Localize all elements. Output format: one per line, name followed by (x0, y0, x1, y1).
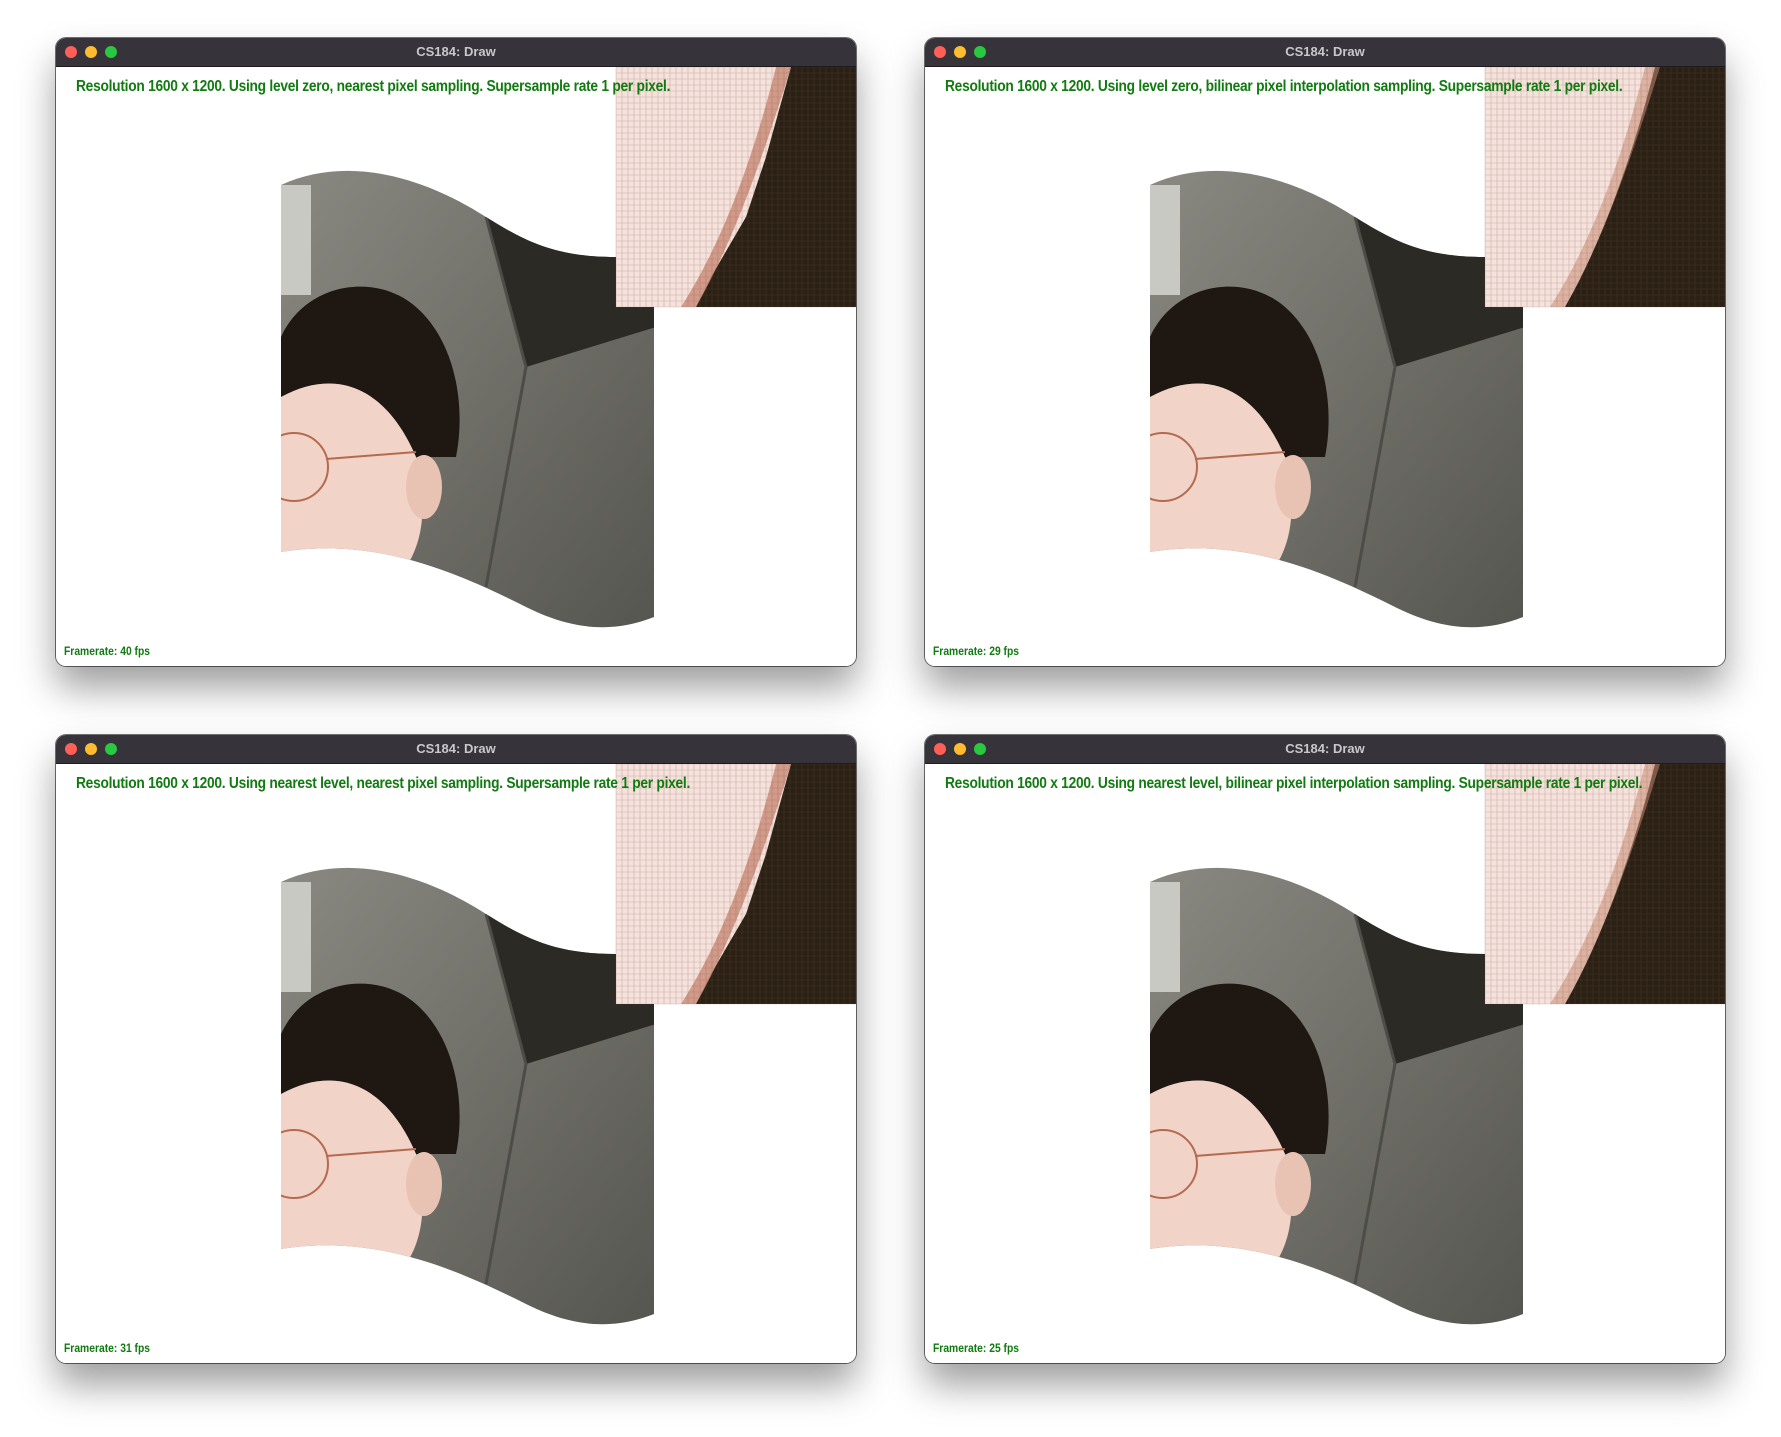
title-bar[interactable]: CS184: Draw (56, 38, 856, 67)
framerate-readout: Framerate: 25 fps (933, 1341, 1020, 1355)
warped-texture-render (281, 764, 856, 1325)
warped-photo (281, 867, 654, 1325)
warped-photo (1150, 867, 1523, 1325)
zoom-inset (1484, 67, 1725, 308)
window-title: CS184: Draw (1285, 44, 1365, 59)
framerate-readout: Framerate: 40 fps (64, 644, 151, 658)
framerate-readout: Framerate: 29 fps (933, 644, 1020, 658)
draw-window-level-zero-bilinear: CS184: Draw Resolution 1600 x 1200. Usin… (925, 38, 1725, 666)
warped-texture-render (1150, 67, 1725, 628)
sampling-status-text: Resolution 1600 x 1200. Using nearest le… (76, 775, 691, 792)
warped-texture-render (281, 67, 856, 628)
warped-photo (281, 170, 654, 628)
title-bar[interactable]: CS184: Draw (925, 38, 1725, 67)
draw-window-level-zero-nearest: CS184: Draw Resolution 1600 x 1200. Usin… (56, 38, 856, 666)
draw-window-nearest-level-bilinear: CS184: Draw Resolution 1600 x 1200. Usin… (925, 735, 1725, 1363)
screenshot-grid: CS184: Draw Resolution 1600 x 1200. Usin… (0, 0, 1781, 1437)
framerate-readout: Framerate: 31 fps (64, 1341, 151, 1355)
render-canvas[interactable]: Resolution 1600 x 1200. Using level zero… (56, 67, 856, 666)
title-bar[interactable]: CS184: Draw (925, 735, 1725, 764)
warped-photo (1150, 170, 1523, 628)
window-title: CS184: Draw (1285, 741, 1365, 756)
draw-window-nearest-level-nearest: CS184: Draw Resolution 1600 x 1200. Usin… (56, 735, 856, 1363)
warped-texture-render (1150, 764, 1725, 1325)
render-canvas[interactable]: Resolution 1600 x 1200. Using nearest le… (925, 764, 1725, 1363)
zoom-inset (615, 764, 856, 1005)
window-title: CS184: Draw (416, 741, 496, 756)
render-canvas[interactable]: Resolution 1600 x 1200. Using level zero… (925, 67, 1725, 666)
sampling-status-text: Resolution 1600 x 1200. Using level zero… (76, 78, 671, 95)
zoom-inset (1484, 764, 1725, 1005)
render-canvas[interactable]: Resolution 1600 x 1200. Using nearest le… (56, 764, 856, 1363)
window-title: CS184: Draw (416, 44, 496, 59)
title-bar[interactable]: CS184: Draw (56, 735, 856, 764)
sampling-status-text: Resolution 1600 x 1200. Using level zero… (945, 78, 1623, 95)
sampling-status-text: Resolution 1600 x 1200. Using nearest le… (945, 775, 1643, 792)
zoom-inset (615, 67, 856, 308)
